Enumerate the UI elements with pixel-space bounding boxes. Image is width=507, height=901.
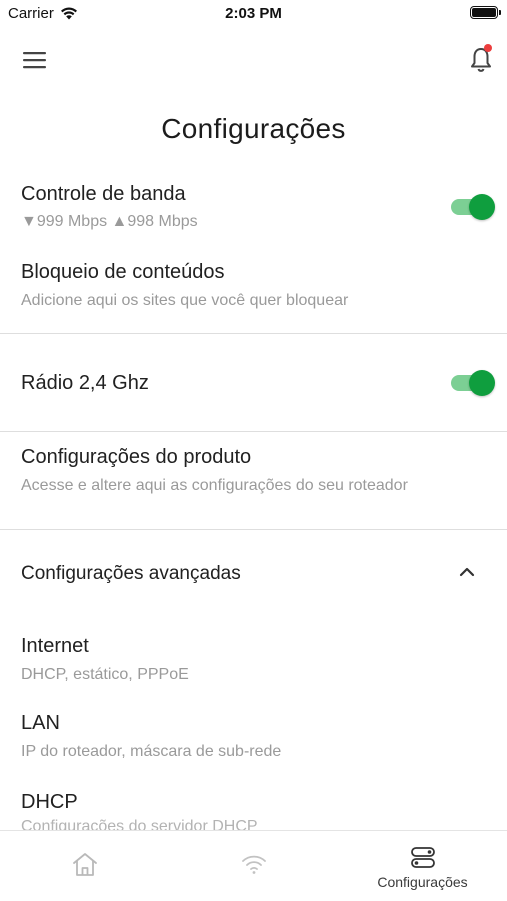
- advanced-item-subtitle: Configurações do servidor DHCP: [21, 818, 258, 830]
- advanced-settings-header[interactable]: Configurações avançadas: [0, 530, 507, 618]
- hamburger-menu-icon[interactable]: [23, 50, 47, 70]
- advanced-item-title: LAN: [21, 712, 60, 734]
- advanced-settings-title: Configurações avançadas: [21, 563, 241, 584]
- tab-label: Configurações: [377, 874, 468, 890]
- settings-toggle-icon: [410, 847, 435, 868]
- tab-home[interactable]: [0, 831, 169, 901]
- product-settings-subtitle: Acesse e altere aqui as configurações do…: [21, 477, 408, 494]
- advanced-item-title: DHCP: [21, 791, 78, 813]
- notification-badge: [484, 44, 492, 52]
- page-title: Configurações: [161, 113, 346, 144]
- advanced-item-subtitle: IP do roteador, máscara de sub-rede: [21, 743, 282, 760]
- status-bar: Carrier 2:03 PM: [0, 0, 507, 28]
- home-icon: [72, 853, 97, 876]
- battery-icon: [470, 6, 501, 19]
- tab-settings[interactable]: Configurações: [338, 831, 507, 901]
- advanced-item-internet[interactable]: Internet DHCP, estático, PPPoE: [0, 626, 507, 692]
- tab-wifi[interactable]: [169, 831, 338, 901]
- bandwidth-speeds: ▼999 Mbps ▲998 Mbps: [21, 213, 198, 230]
- product-settings-row[interactable]: Configurações do produto Acesse e altere…: [0, 432, 507, 528]
- advanced-item-subtitle: DHCP, estático, PPPoE: [21, 666, 189, 683]
- divider: [0, 333, 507, 334]
- advanced-item-lan[interactable]: LAN IP do roteador, máscara de sub-rede: [0, 704, 507, 770]
- content-block-subtitle: Adicione aqui os sites que você quer blo…: [21, 292, 349, 309]
- status-time: 2:03 PM: [225, 5, 282, 22]
- bandwidth-control-title: Controle de banda: [21, 183, 186, 205]
- wifi-icon: [241, 855, 266, 874]
- chevron-up-icon[interactable]: [458, 565, 476, 579]
- toggle-knob: [469, 194, 495, 220]
- product-settings-title: Configurações do produto: [21, 446, 252, 468]
- tab-bar: Configurações: [0, 830, 507, 901]
- advanced-item-title: Internet: [21, 635, 89, 657]
- notification-button[interactable]: [468, 44, 494, 74]
- radio-24-title: Rádio 2,4 Ghz: [21, 372, 149, 394]
- bandwidth-control-toggle[interactable]: [449, 194, 495, 220]
- battery-level: [472, 8, 496, 17]
- radio-24-toggle[interactable]: [449, 370, 495, 396]
- toggle-knob: [469, 370, 495, 396]
- content-block-title: Bloqueio de conteúdos: [21, 261, 225, 283]
- content-block-row[interactable]: Bloqueio de conteúdos Adicione aqui os s…: [0, 250, 507, 330]
